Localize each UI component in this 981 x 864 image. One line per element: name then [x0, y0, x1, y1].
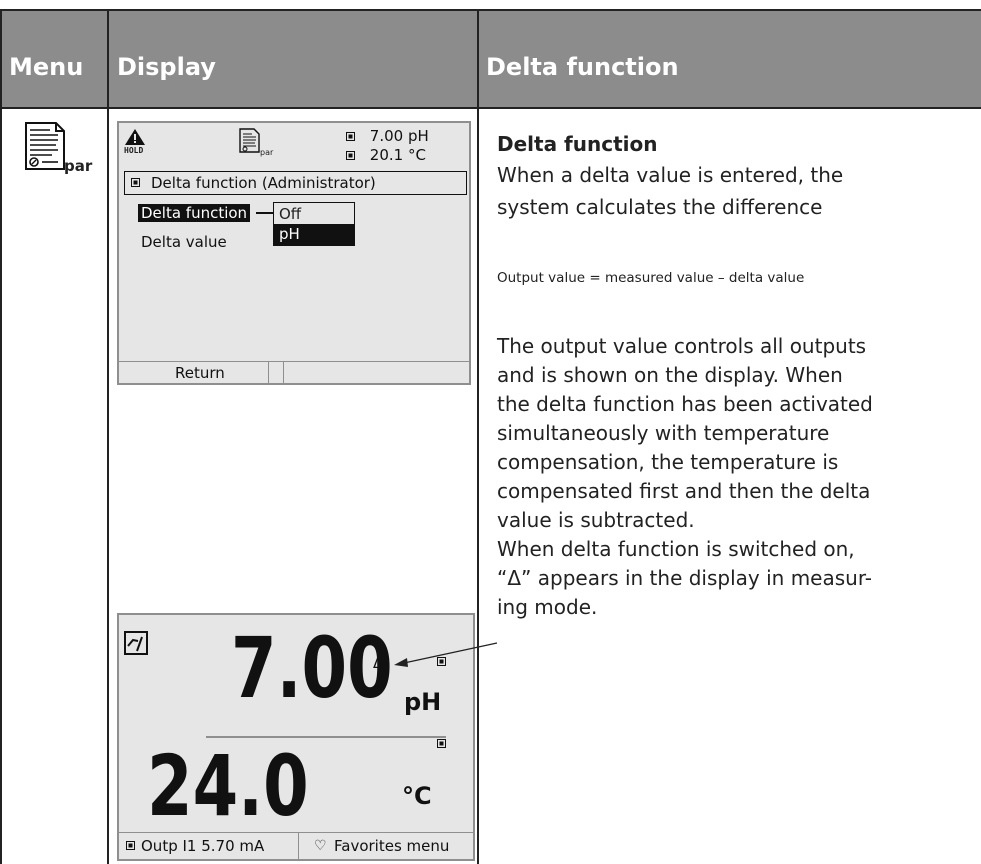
delta-pointer-arrow: [394, 642, 498, 667]
table-top-border: [0, 9, 981, 11]
column-header-menu: Menu: [9, 53, 84, 81]
menu-item-delta-function[interactable]: Delta function: [138, 204, 251, 222]
status-indicator: [437, 739, 446, 748]
para-line: compensation, the temperature is: [497, 450, 839, 474]
intro-line-2: system calculates the difference: [497, 195, 823, 219]
favorites-label: Favorites menu: [334, 837, 450, 855]
status-indicator: [346, 151, 355, 160]
column-header-display: Display: [117, 53, 216, 81]
main-value: 7.00: [231, 619, 393, 717]
para-line: When delta function is switched on,: [497, 537, 855, 561]
para-line: and is shown on the display. When: [497, 363, 843, 387]
output-softkey[interactable]: Outp I1 5.70 mA: [119, 833, 299, 859]
softkey-separator: [270, 362, 284, 383]
table-left-border: [0, 9, 2, 864]
ph-reading: 7.00 pH: [346, 127, 429, 145]
intro-line-1: When a delta value is entered, the: [497, 163, 844, 187]
hold-label: HOLD: [124, 146, 144, 155]
para-line: value is subtracted.: [497, 508, 695, 532]
secondary-unit: °C: [402, 782, 432, 810]
table-header-divider: [0, 107, 981, 109]
ph-reading-value: 7.00 pH: [369, 127, 429, 145]
menu-item-delta-value[interactable]: Delta value: [141, 233, 227, 251]
favorites-softkey[interactable]: ♡ Favorites menu: [300, 833, 473, 859]
secondary-value: 24.0: [147, 737, 309, 835]
option-off[interactable]: Off: [274, 204, 354, 225]
connector-line: [256, 212, 274, 214]
title-indicator: [131, 178, 140, 187]
status-indicator: [126, 841, 135, 850]
column-divider-display: [477, 9, 479, 864]
formula-text: Output value = measured value – delta va…: [497, 270, 805, 286]
option-popup: Off pH: [273, 202, 355, 246]
section-heading: Delta function: [497, 132, 658, 156]
temp-reading: 20.1 °C: [346, 146, 426, 164]
column-divider-menu: [107, 9, 109, 864]
option-ph[interactable]: pH: [274, 224, 354, 245]
heart-icon: ♡: [314, 838, 327, 854]
parameter-document-icon: par: [238, 128, 278, 162]
status-indicator: [346, 132, 355, 141]
param-icon-label: par: [260, 148, 274, 157]
para-line: simultaneously with temperature: [497, 421, 830, 445]
measuring-mode-icon: [124, 631, 148, 655]
para-line: The output value controls all outputs: [497, 334, 867, 358]
return-softkey[interactable]: Return: [119, 362, 269, 383]
warning-hold-icon: HOLD: [124, 128, 146, 156]
temp-reading-value: 20.1 °C: [369, 146, 426, 164]
para-line: compensated first and then the delta: [497, 479, 871, 503]
main-unit: pH: [404, 688, 442, 716]
output-label: Outp I1 5.70 mA: [141, 837, 265, 855]
para-line: ing mode.: [497, 595, 598, 619]
description-paragraph: The output value controls all outputs an…: [497, 332, 977, 622]
screen-title-bar: Delta function (Administrator): [124, 171, 467, 195]
right-softkey[interactable]: [285, 362, 469, 383]
screen-title: Delta function (Administrator): [151, 174, 376, 192]
para-line: the delta function has been activated: [497, 392, 873, 416]
parameter-document-icon: par: [22, 121, 92, 179]
para-line: “Δ” appears in the display in measur-: [497, 566, 872, 590]
menu-item-delta-function-label: Delta function: [138, 204, 251, 222]
return-label: Return: [175, 364, 225, 382]
menu-icon-label: par: [64, 157, 93, 175]
column-header-title: Delta function: [486, 53, 679, 81]
